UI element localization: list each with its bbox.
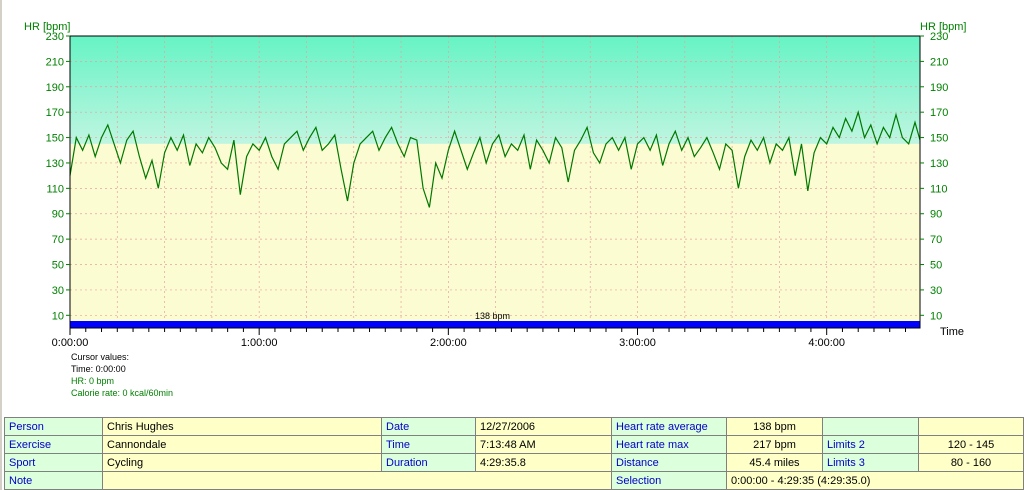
info-value: Chris Hughes (102, 417, 382, 436)
y-tick-label-right: 210 (930, 56, 948, 68)
info-value: 0:00:00 - 4:29:35 (4:29:35.0) (726, 471, 1024, 490)
info-value (102, 471, 612, 490)
info-value: Cannondale (102, 435, 382, 454)
y-axis-right: 1030507090110130150170190210230 (920, 31, 948, 322)
y-axis-left: 1030507090110130150170190210230 (46, 31, 70, 322)
y-tick-label-left: 10 (52, 310, 64, 322)
info-label: Time (381, 435, 476, 454)
cursor-time: Time: 0:00:00 (71, 364, 126, 374)
y-tick-label-right: 30 (930, 285, 942, 297)
info-label (822, 417, 919, 436)
cursor-hr: HR: 0 bpm (71, 376, 115, 386)
y-tick-label-left: 210 (46, 56, 64, 68)
x-axis: 0:00:00 1:00:00 2:00:00 3:00:00 4:00:00 (52, 328, 907, 349)
info-label: Exercise (4, 435, 103, 454)
info-value: 7:13:48 AM (475, 435, 612, 454)
y-tick-label-left: 170 (46, 107, 64, 119)
info-row: Note Selection 0:00:00 - 4:29:35 (4:29:35.… (4, 471, 1024, 490)
plot-background (70, 36, 920, 328)
info-label: Duration (381, 453, 476, 472)
info-label: Limits 3 (822, 453, 919, 472)
y-tick-label-right: 170 (930, 107, 948, 119)
y-tick-label-left: 190 (46, 82, 64, 94)
upper-zone (70, 36, 920, 144)
y-tick-label-right: 130 (930, 158, 948, 170)
lower-zone (70, 143, 920, 328)
info-label: Distance (611, 453, 727, 472)
info-value: 138 bpm (726, 417, 823, 436)
cursor-calorie: Calorie rate: 0 kcal/60min (71, 388, 174, 398)
cursor-values: Cursor values: Time: 0:00:00 HR: 0 bpm C… (71, 351, 173, 399)
x-tick-label: 2:00:00 (430, 337, 467, 349)
info-label: Selection (611, 471, 727, 490)
info-label: Date (381, 417, 476, 436)
y-tick-label-right: 190 (930, 82, 948, 94)
y-tick-label-right: 70 (930, 234, 942, 246)
y-tick-label-right: 10 (930, 310, 942, 322)
info-label: Heart rate average (611, 417, 727, 436)
info-row: Exercise Cannondale Time 7:13:48 AM Heart ra… (4, 435, 1024, 454)
cursor-title: Cursor values: (71, 352, 130, 362)
info-value: Cycling (102, 453, 382, 472)
info-value (918, 417, 1024, 436)
info-label: Heart rate max (611, 435, 727, 454)
info-value: 4:29:35.8 (475, 453, 612, 472)
average-bar-fill (70, 321, 920, 328)
x-tick-label: 1:00:00 (241, 337, 278, 349)
y-tick-label-left: 70 (52, 234, 64, 246)
y-tick-label-right: 90 (930, 209, 942, 221)
info-row: Person Chris Hughes Date 12/27/2006 Heart ra… (4, 417, 1024, 436)
y-tick-label-left: 110 (46, 183, 64, 195)
x-axis-label: Time (940, 326, 964, 338)
info-row: Sport Cycling Duration 4:29:35.8 Distance 45.… (4, 453, 1024, 472)
y-axis-label-right: HR [bpm] (920, 21, 966, 33)
y-axis-label-left: HR [bpm] (24, 21, 70, 33)
info-label: Person (4, 417, 103, 436)
y-tick-label-right: 50 (930, 260, 942, 272)
info-label: Sport (4, 453, 103, 472)
info-value: 217 bpm (726, 435, 823, 454)
info-label: Limits 2 (822, 435, 919, 454)
info-value: 45.4 miles (726, 453, 823, 472)
info-label: Note (4, 471, 103, 490)
info-value: 80 - 160 (918, 453, 1024, 472)
y-tick-label-left: 50 (52, 260, 64, 272)
exercise-info-table: Person Chris Hughes Date 12/27/2006 Heart ra… (4, 417, 1024, 490)
x-tick-label: 3:00:00 (619, 337, 656, 349)
y-tick-label-right: 150 (930, 133, 948, 145)
y-tick-label-left: 130 (46, 158, 64, 170)
y-tick-label-left: 150 (46, 133, 64, 145)
y-tick-label-left: 30 (52, 285, 64, 297)
x-tick-label: 4:00:00 (808, 337, 845, 349)
average-label: 138 bpm (475, 311, 510, 321)
y-tick-label-right: 110 (930, 183, 948, 195)
info-value: 120 - 145 (918, 435, 1024, 454)
x-tick-label: 0:00:00 (52, 337, 89, 349)
info-value: 12/27/2006 (475, 417, 612, 436)
y-tick-label-left: 90 (52, 209, 64, 221)
